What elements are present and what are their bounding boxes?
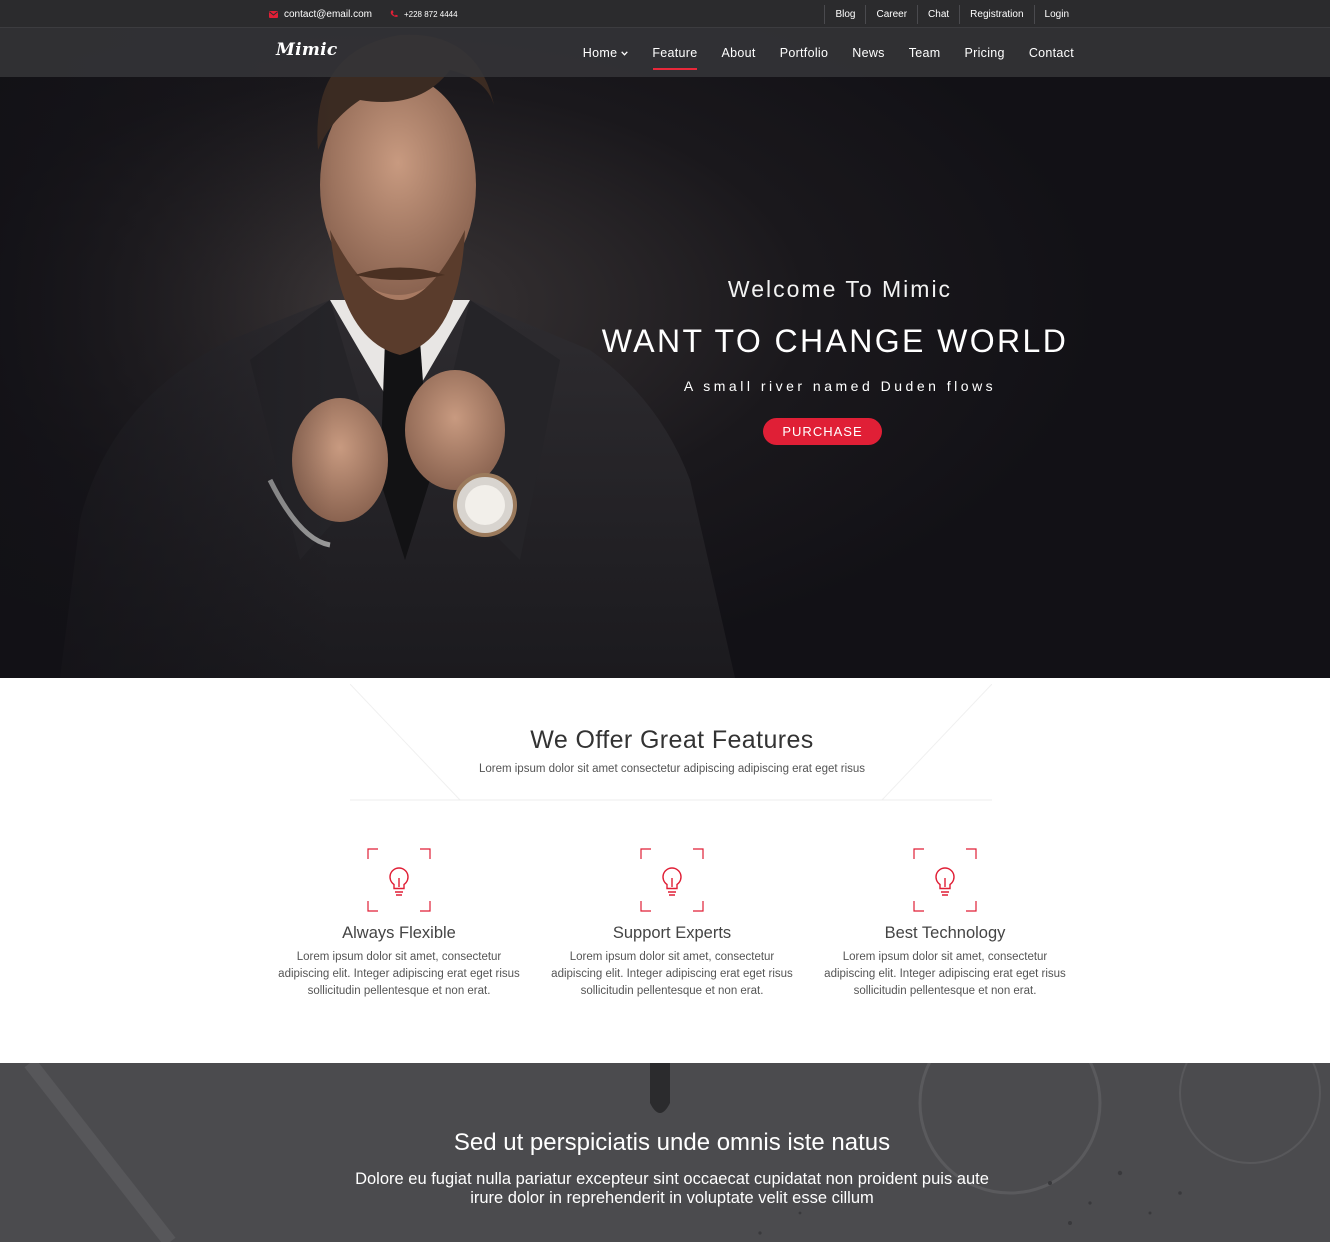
nav-item-news[interactable]: News <box>852 46 884 60</box>
top-bar: contact@email.com +228 872 4444 Blog Car… <box>0 0 1330 28</box>
hero-welcome: Welcome To Mimic <box>727 276 953 302</box>
site-logo[interactable]: Mimic <box>276 40 338 60</box>
feature-text: Lorem ipsum dolor sit amet, consectetur … <box>278 951 520 997</box>
email-contact[interactable]: contact@email.com <box>269 9 372 20</box>
top-link-chat[interactable]: Chat <box>917 5 959 24</box>
feature-card: Best Technology Lorem ipsum dolor sit am… <box>815 848 1075 1000</box>
feature-card: Support Experts Lorem ipsum dolor sit am… <box>542 848 802 1000</box>
feature-title: Best Technology <box>884 924 1006 942</box>
top-link-registration[interactable]: Registration <box>959 5 1033 24</box>
hero-subheadline: A small river named Duden flows <box>683 378 997 394</box>
purchase-button[interactable]: PURCHASE <box>763 418 882 445</box>
lightbulb-icon <box>913 848 977 912</box>
band-title: Sed ut perspiciatis unde omnis iste natu… <box>453 1129 891 1156</box>
phone-text: +228 872 4444 <box>403 9 458 19</box>
parallax-band: Sed ut perspiciatis unde omnis iste natu… <box>0 1063 1330 1242</box>
band-text: Dolore eu fugiat nulla pariatur excepteu… <box>355 1170 989 1207</box>
feature-text: Lorem ipsum dolor sit amet, consectetur … <box>824 951 1066 997</box>
lightbulb-icon <box>367 848 431 912</box>
phone-icon <box>390 10 398 17</box>
top-link-blog[interactable]: Blog <box>824 5 865 24</box>
feature-text: Lorem ipsum dolor sit amet, consectetur … <box>551 951 793 997</box>
email-text: contact@email.com <box>284 8 372 20</box>
hero-headline: WANT TO CHANGE WORLD <box>601 323 1069 359</box>
lightbulb-icon <box>640 848 704 912</box>
top-links: Blog Career Chat Registration Login <box>824 5 1075 24</box>
nav-item-label: Home <box>582 45 618 60</box>
feature-title: Always Flexible <box>342 924 456 942</box>
nav-item-team[interactable]: Team <box>909 46 941 60</box>
features-title: We Offer Great Features <box>530 726 814 754</box>
feature-card: Always Flexible Lorem ipsum dolor sit am… <box>269 848 529 1000</box>
features-tagline: Lorem ipsum dolor sit amet consectetur a… <box>478 763 866 775</box>
main-navbar: Mimic Home Feature About Portfolio News … <box>0 28 1330 77</box>
feature-icon-frame <box>367 848 431 912</box>
top-link-login[interactable]: Login <box>1033 5 1075 24</box>
hero-text-block: Welcome To Mimic WANT TO CHANGE WORLD A … <box>560 276 1110 445</box>
hero-section: Welcome To Mimic WANT TO CHANGE WORLD A … <box>0 0 1330 678</box>
feature-icon-frame <box>640 848 704 912</box>
feature-icon-frame <box>913 848 977 912</box>
phone-contact[interactable]: +228 872 4444 <box>390 10 458 19</box>
top-contact-info: contact@email.com +228 872 4444 <box>269 0 476 28</box>
nav-item-home[interactable]: Home <box>583 46 629 60</box>
features-section: We Offer Great Features Lorem ipsum dolo… <box>0 678 1330 1063</box>
nav-item-about[interactable]: About <box>722 46 756 60</box>
nav-item-feature[interactable]: Feature <box>652 46 697 70</box>
nav-item-contact[interactable]: Contact <box>1029 46 1074 60</box>
chevron-down-icon <box>621 51 629 56</box>
top-link-career[interactable]: Career <box>865 5 917 24</box>
feature-title: Support Experts <box>612 924 732 942</box>
nav-item-pricing[interactable]: Pricing <box>965 46 1005 60</box>
envelope-icon <box>269 10 278 18</box>
nav-item-portfolio[interactable]: Portfolio <box>780 46 829 60</box>
main-menu: Home Feature About Portfolio News Team P… <box>559 28 1074 77</box>
